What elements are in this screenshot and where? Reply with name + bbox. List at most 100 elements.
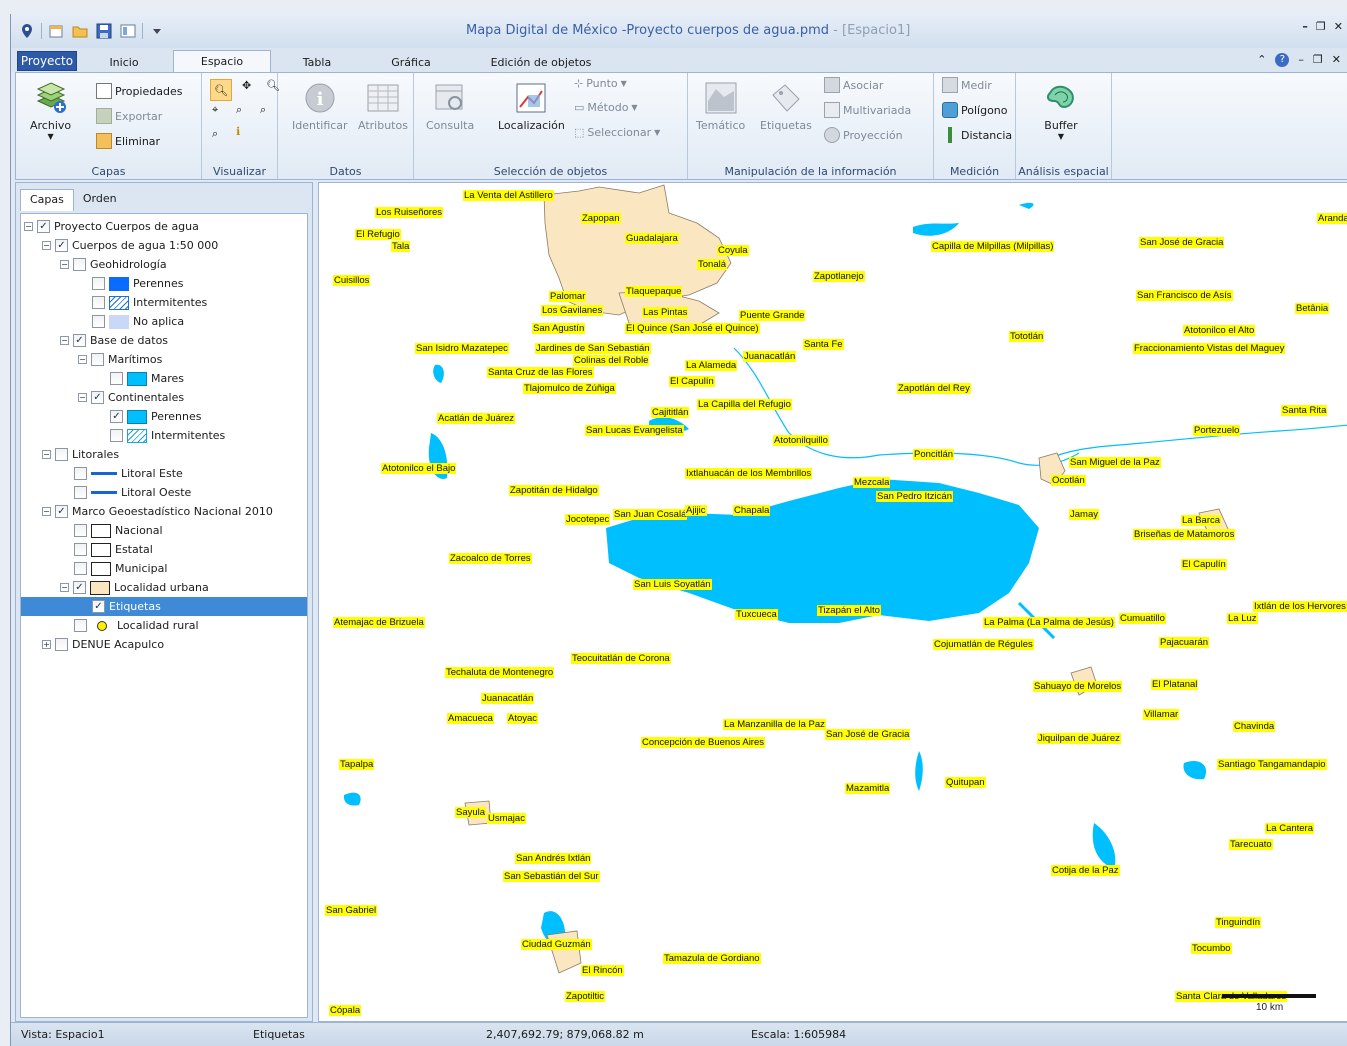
multivariada-button[interactable]: Multivariada bbox=[824, 102, 911, 118]
layer-checkbox[interactable]: ✓ bbox=[55, 505, 68, 518]
punto-dropdown[interactable]: ⊹ Punto ▼ bbox=[574, 77, 627, 90]
layer-checkbox[interactable] bbox=[74, 543, 87, 556]
distancia-button[interactable]: Distancia bbox=[942, 127, 1012, 143]
layer-checkbox[interactable] bbox=[55, 638, 68, 651]
tree-node-denue-acapulco[interactable]: + DENUE Acapulco bbox=[42, 635, 164, 654]
layer-checkbox[interactable] bbox=[110, 429, 123, 442]
restore-icon[interactable]: ❐ bbox=[1316, 20, 1326, 33]
tree-node-marco-geoestadistico[interactable]: − ✓ Marco Geoestadístico Nacional 2010 bbox=[42, 502, 273, 521]
eliminar-button[interactable]: Eliminar bbox=[96, 133, 160, 149]
tree-node-base-datos[interactable]: − ✓ Base de datos bbox=[60, 331, 168, 350]
layer-checkbox[interactable] bbox=[92, 296, 105, 309]
tree-node-cuerpos-agua[interactable]: − ✓ Cuerpos de agua 1:50 000 bbox=[42, 236, 218, 255]
doc-close-icon[interactable]: ✕ bbox=[1332, 53, 1341, 67]
tab-orden[interactable]: Orden bbox=[74, 189, 126, 211]
doc-restore-icon[interactable]: ❐ bbox=[1313, 53, 1323, 67]
tree-node-perennes-cont[interactable]: ✓ Perennes bbox=[110, 407, 202, 426]
tab-espacio[interactable]: Espacio bbox=[173, 50, 271, 72]
tab-inicio[interactable]: Inicio bbox=[93, 52, 155, 72]
propiedades-button[interactable]: Propiedades bbox=[96, 83, 182, 99]
zoom-layer-button[interactable]: ⌕ bbox=[236, 103, 242, 117]
folder-icon[interactable] bbox=[70, 21, 90, 41]
tree-node-intermitentes-cont[interactable]: Intermitentes bbox=[110, 426, 225, 445]
expand-toggle[interactable]: + bbox=[42, 640, 51, 649]
etiquetas-button[interactable]: Etiquetas bbox=[760, 81, 812, 132]
layer-checkbox[interactable] bbox=[92, 315, 105, 328]
exportar-button[interactable]: Exportar bbox=[96, 108, 162, 124]
layer-checkbox[interactable]: ✓ bbox=[73, 334, 86, 347]
layer-checkbox[interactable] bbox=[92, 277, 105, 290]
tree-node-localidad-urbana[interactable]: − ✓ Localidad urbana bbox=[60, 578, 209, 597]
collapse-toggle[interactable]: − bbox=[78, 393, 87, 402]
close-icon[interactable]: ✕ bbox=[1334, 20, 1343, 33]
layer-checkbox[interactable] bbox=[74, 619, 87, 632]
metodo-dropdown[interactable]: ▭ Método ▼ bbox=[574, 101, 638, 114]
tree-node-perennes-geo[interactable]: Perennes bbox=[92, 274, 184, 293]
map-canvas[interactable]: La Venta del Astillero Los Ruiseñores Zapo… bbox=[318, 182, 1347, 1022]
layer-checkbox[interactable]: ✓ bbox=[55, 239, 68, 252]
collapse-toggle[interactable]: − bbox=[42, 241, 51, 250]
tree-node-estatal[interactable]: Estatal bbox=[74, 540, 153, 559]
minimize-icon[interactable]: – bbox=[1302, 20, 1308, 33]
tab-tabla[interactable]: Tabla bbox=[287, 52, 347, 72]
tree-node-mares[interactable]: Mares bbox=[110, 369, 184, 388]
collapse-ribbon-icon[interactable]: ⌃ bbox=[1257, 53, 1266, 67]
poligono-button[interactable]: Polígono bbox=[942, 102, 1008, 118]
collapse-toggle[interactable]: − bbox=[42, 450, 51, 459]
tree-node-etiquetas[interactable]: ✓ Etiquetas bbox=[21, 597, 307, 616]
layer-checkbox[interactable] bbox=[73, 258, 86, 271]
layer-checkbox[interactable] bbox=[74, 467, 87, 480]
tree-node-litoral-este[interactable]: Litoral Este bbox=[74, 464, 183, 483]
seleccionar-dropdown[interactable]: ⬚ Seleccionar ▼ bbox=[574, 126, 660, 139]
collapse-toggle[interactable]: − bbox=[24, 222, 33, 231]
pan-button[interactable]: ✥ bbox=[242, 79, 251, 92]
layer-checkbox[interactable]: ✓ bbox=[37, 220, 50, 233]
zoom-selection-button[interactable]: ⌕ bbox=[212, 127, 218, 141]
zoom-in-button[interactable]: 🔍︎ bbox=[210, 79, 232, 101]
tree-node-geohidrologia[interactable]: − Geohidrología bbox=[60, 255, 167, 274]
tab-edicion-objetos[interactable]: Edición de objetos bbox=[483, 52, 599, 72]
tree-node-nacional[interactable]: Nacional bbox=[74, 521, 163, 540]
layer-checkbox[interactable] bbox=[91, 353, 104, 366]
layer-checkbox[interactable] bbox=[74, 486, 87, 499]
save-icon[interactable] bbox=[94, 21, 114, 41]
medir-button[interactable]: Medir bbox=[942, 77, 992, 93]
customize-dropdown-icon[interactable] bbox=[147, 21, 167, 41]
identificar-button[interactable]: i Identificar bbox=[292, 81, 348, 132]
tree-node-no-aplica[interactable]: No aplica bbox=[92, 312, 184, 331]
tree-node-maritimos[interactable]: − Marítimos bbox=[78, 350, 162, 369]
zoom-previous-button[interactable]: ⌕ bbox=[260, 103, 266, 117]
tab-capas[interactable]: Capas bbox=[20, 189, 74, 211]
map-pin-icon[interactable] bbox=[17, 21, 37, 41]
asociar-button[interactable]: Asociar bbox=[824, 77, 883, 93]
layer-checkbox[interactable] bbox=[74, 524, 87, 537]
collapse-toggle[interactable]: − bbox=[60, 583, 69, 592]
consulta-button[interactable]: Consulta bbox=[426, 81, 474, 132]
tree-node-municipal[interactable]: Municipal bbox=[74, 559, 167, 578]
archivo-button[interactable]: Archivo ▼ bbox=[30, 81, 71, 141]
collapse-toggle[interactable]: − bbox=[78, 355, 87, 364]
tree-node-litoral-oeste[interactable]: Litoral Oeste bbox=[74, 483, 191, 502]
tree-node-litorales[interactable]: − Litorales bbox=[42, 445, 119, 464]
tree-node-proyecto[interactable]: − ✓ Proyecto Cuerpos de agua bbox=[24, 217, 199, 236]
help-icon[interactable]: ? bbox=[1275, 53, 1290, 67]
layer-checkbox[interactable] bbox=[74, 562, 87, 575]
atributos-button[interactable]: Atributos bbox=[358, 81, 408, 132]
new-document-icon[interactable] bbox=[46, 21, 66, 41]
layout-icon[interactable] bbox=[118, 21, 138, 41]
tematico-button[interactable]: Temático bbox=[696, 81, 745, 132]
full-extent-button[interactable]: ⌖ bbox=[212, 103, 218, 117]
collapse-toggle[interactable]: − bbox=[42, 507, 51, 516]
layer-checkbox[interactable]: ✓ bbox=[91, 391, 104, 404]
tree-node-localidad-rural[interactable]: Localidad rural bbox=[74, 616, 199, 635]
doc-minimize-icon[interactable]: – bbox=[1298, 53, 1304, 67]
tab-grafica[interactable]: Gráfica bbox=[381, 52, 441, 72]
layer-checkbox[interactable]: ✓ bbox=[73, 581, 86, 594]
tree-node-intermitentes-geo[interactable]: Intermitentes bbox=[92, 293, 207, 312]
tree-node-continentales[interactable]: − ✓ Continentales bbox=[78, 388, 184, 407]
collapse-toggle[interactable]: − bbox=[60, 260, 69, 269]
layer-checkbox[interactable] bbox=[55, 448, 68, 461]
localizacion-button[interactable]: Localización bbox=[498, 81, 565, 132]
collapse-toggle[interactable]: − bbox=[60, 336, 69, 345]
tab-proyecto[interactable]: Proyecto bbox=[17, 51, 77, 71]
